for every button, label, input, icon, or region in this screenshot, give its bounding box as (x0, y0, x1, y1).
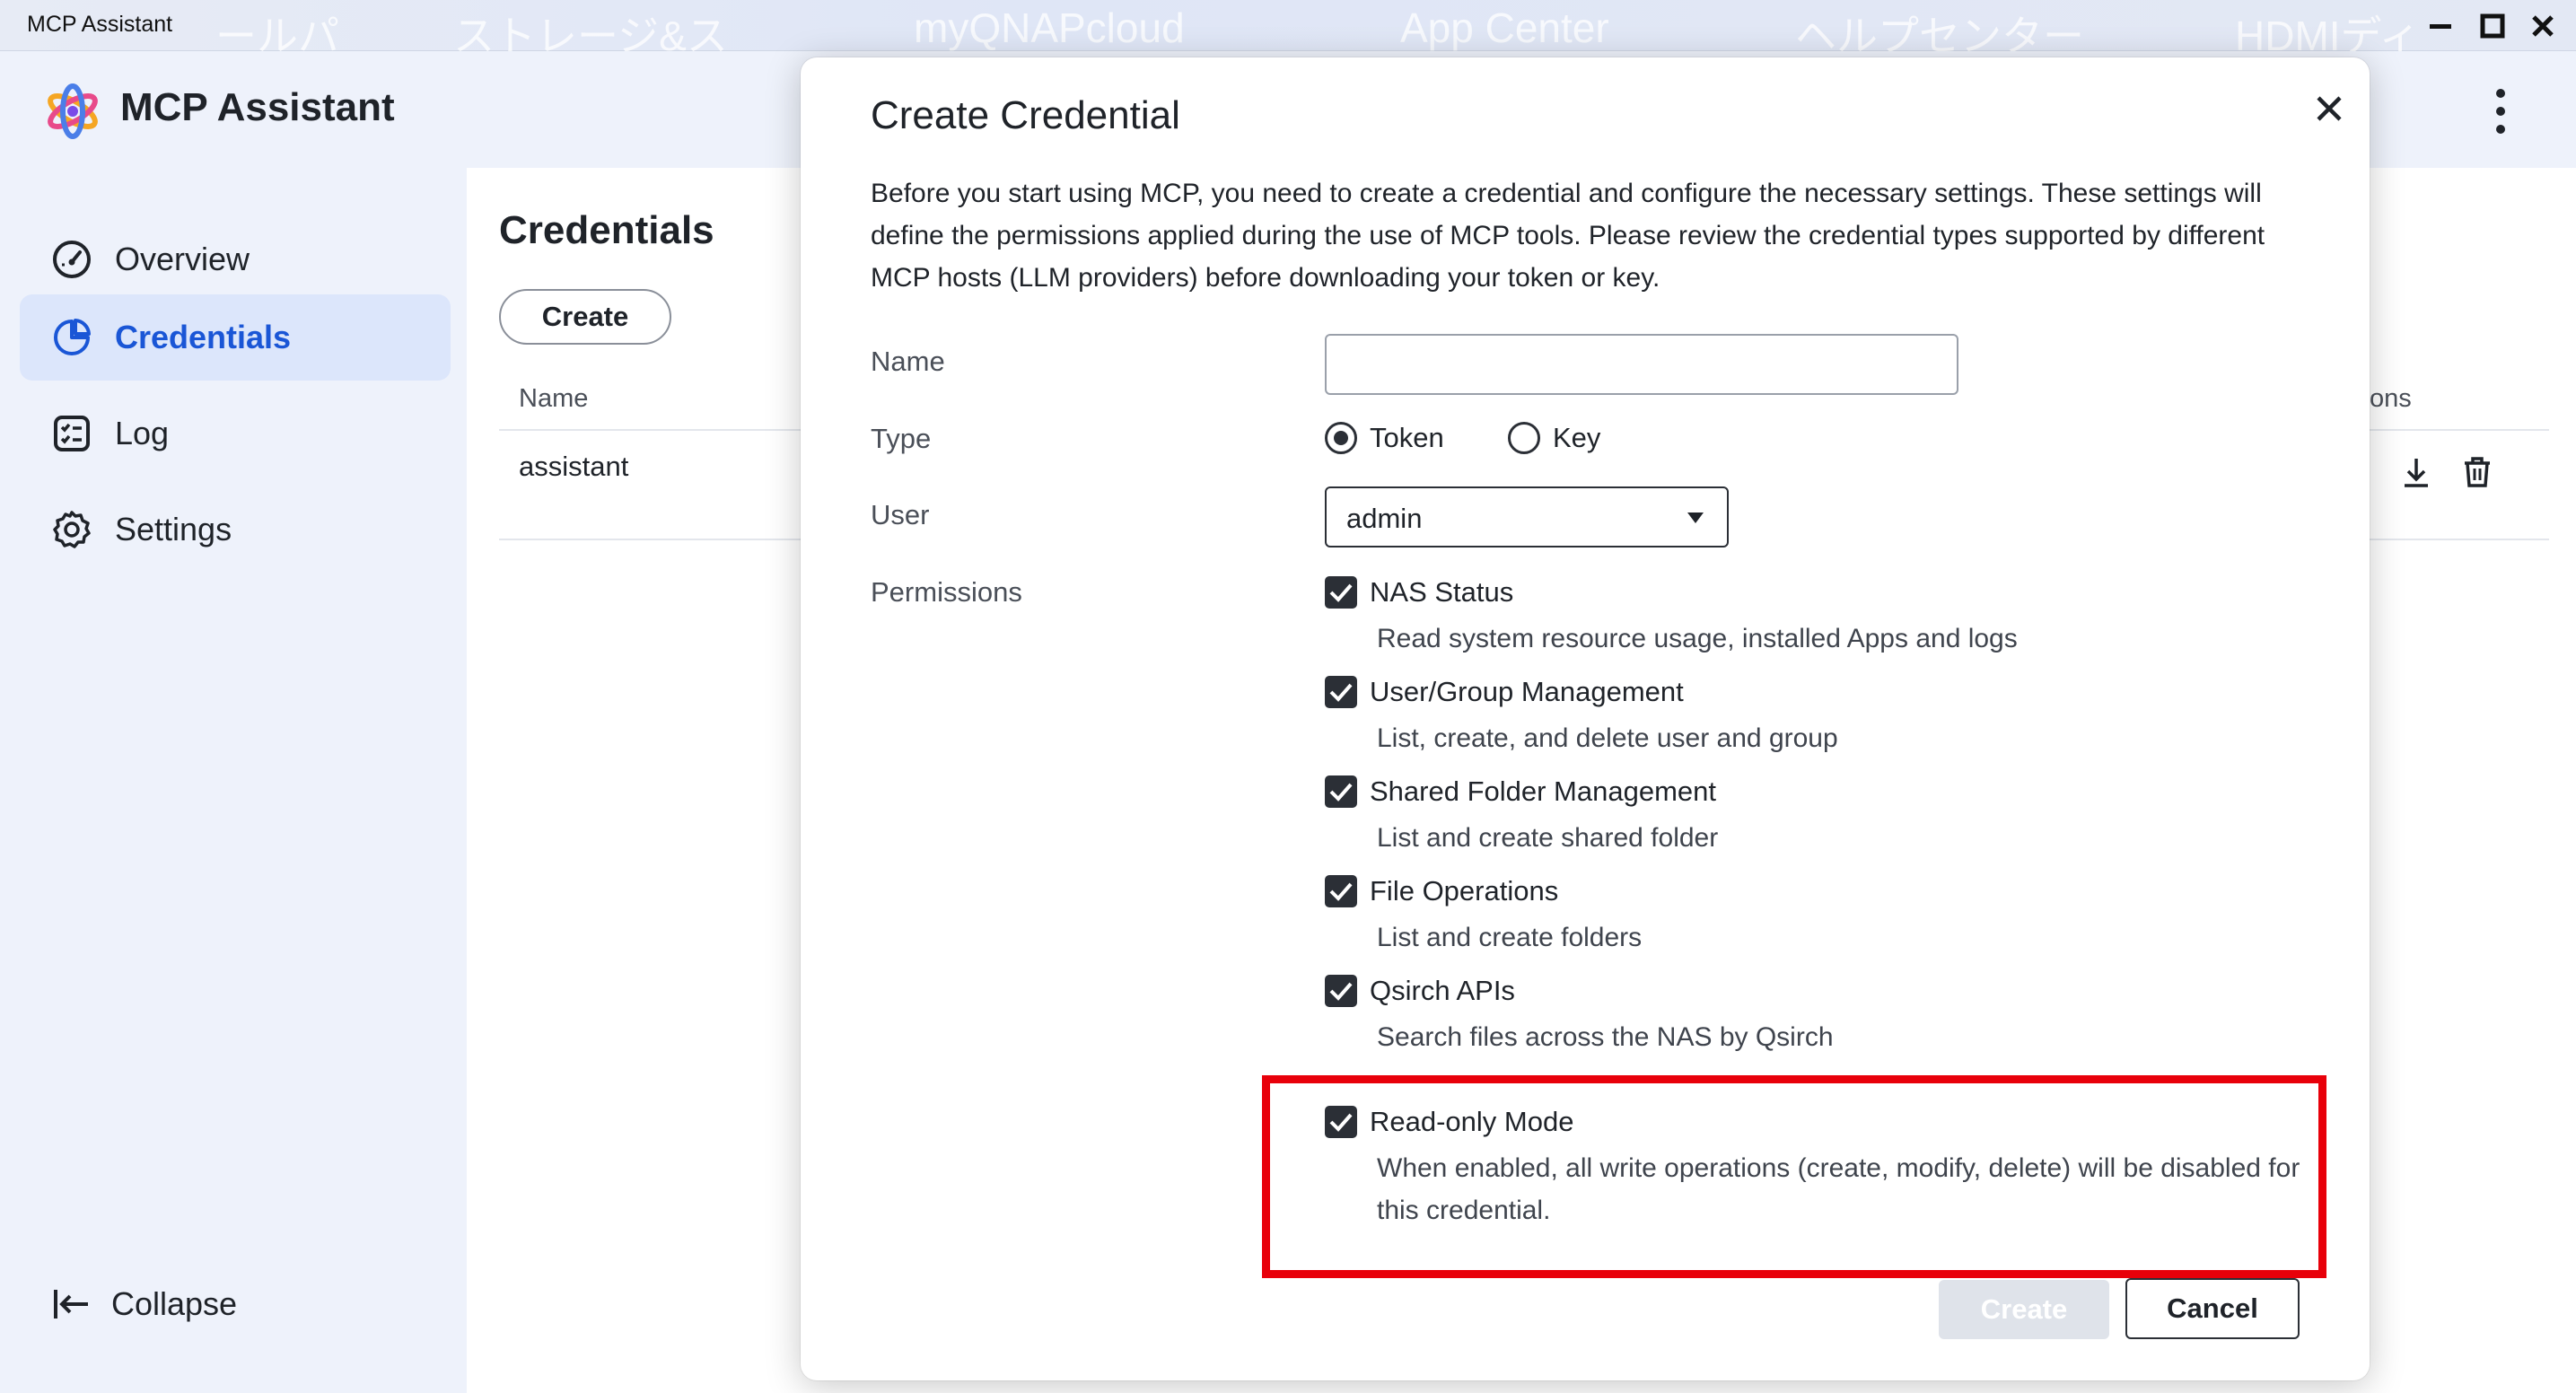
permission-description: List and create shared folder (1377, 823, 1719, 853)
dialog-cancel-button[interactable]: Cancel (2125, 1278, 2300, 1339)
checkbox-qsirch[interactable] (1325, 975, 1357, 1007)
permission-description: Read system resource usage, installed Ap… (1377, 624, 2018, 653)
permission-title: Shared Folder Management (1370, 775, 1717, 807)
sidebar-item-log[interactable]: Log (20, 390, 451, 477)
window-title-bar: ールパ ストレージ&ス myQNAPcloud App Center ヘルプセン… (0, 0, 2576, 59)
maximize-icon[interactable] (2475, 9, 2510, 43)
credential-name-cell: assistant (519, 451, 629, 482)
sidebar-item-credentials[interactable]: Credentials (20, 294, 451, 381)
dialog-description: Before you start using MCP, you need to … (871, 179, 2265, 293)
sidebar-item-label: Overview (115, 241, 250, 277)
page-title: Credentials (499, 208, 714, 252)
column-header-actions: ons (2370, 384, 2412, 413)
permissions-label: Permissions (871, 576, 1022, 608)
user-select-value: admin (1346, 503, 1423, 534)
app-logo-icon (48, 83, 98, 139)
radio-label: Token (1370, 422, 1444, 453)
background-label: myQNAPcloud (914, 4, 1185, 51)
permission-file-operations: File Operations List and create folders (1325, 875, 2310, 959)
sidebar: MCP Assistant Overview Credentials Log S… (0, 51, 467, 1393)
radio-unselected-icon (1508, 422, 1540, 454)
user-select[interactable]: admin (1325, 486, 1729, 548)
sidebar-item-label: Settings (115, 511, 232, 548)
app-name: MCP Assistant (120, 85, 395, 129)
permission-nas-status: NAS Status Read system resource usage, i… (1325, 576, 2310, 660)
pie-chart-icon (54, 319, 91, 355)
collapse-button[interactable]: Collapse (50, 1283, 237, 1326)
permission-shared-folder: Shared Folder Management List and create… (1325, 775, 2310, 859)
column-header-name: Name (519, 384, 589, 413)
permission-description: Search files across the NAS by Qsirch (1377, 1022, 1834, 1052)
sidebar-item-settings[interactable]: Settings (20, 486, 451, 573)
log-list-icon (54, 416, 90, 451)
collapse-label: Collapse (111, 1285, 238, 1322)
checkbox-file-operations[interactable] (1325, 875, 1357, 907)
type-field-label: Type (871, 423, 932, 454)
close-window-icon[interactable] (2526, 9, 2560, 43)
name-input[interactable] (1325, 334, 1958, 395)
minimize-icon[interactable] (2423, 9, 2458, 43)
create-credential-button[interactable]: Create (499, 289, 671, 345)
permission-description: List, create, and delete user and group (1377, 723, 1838, 753)
sidebar-item-label: Credentials (115, 319, 292, 355)
type-radio-token[interactable]: Token (1325, 422, 1444, 454)
trash-icon[interactable] (2459, 454, 2495, 490)
highlight-box (1262, 1075, 2326, 1278)
checkbox-shared-folder[interactable] (1325, 775, 1357, 808)
permission-title: File Operations (1370, 875, 1559, 907)
user-field-label: User (871, 499, 930, 530)
permission-title: NAS Status (1370, 576, 1514, 608)
close-icon[interactable] (2309, 88, 2350, 129)
radio-selected-icon (1325, 422, 1357, 454)
name-field-label: Name (871, 346, 945, 377)
download-icon[interactable] (2398, 454, 2434, 490)
permission-user-group: User/Group Management List, create, and … (1325, 676, 2310, 759)
dialog-create-button[interactable]: Create (1939, 1280, 2109, 1339)
checkbox-nas-status[interactable] (1325, 576, 1357, 609)
collapse-arrow-icon (54, 1290, 88, 1319)
permission-description: List and create folders (1377, 923, 1643, 952)
sidebar-item-label: Log (115, 415, 170, 451)
window-title: MCP Assistant (27, 12, 173, 37)
checkbox-user-group[interactable] (1325, 676, 1357, 708)
type-radio-key[interactable]: Key (1508, 422, 1600, 454)
gauge-icon (53, 241, 91, 278)
sidebar-item-overview[interactable]: Overview (20, 216, 451, 302)
more-options-icon[interactable] (2483, 84, 2519, 138)
caret-down-icon (1687, 513, 1704, 523)
dialog-title: Create Credential (871, 93, 1180, 137)
permission-qsirch: Qsirch APIs Search files across the NAS … (1325, 975, 2310, 1058)
permission-title: Qsirch APIs (1370, 975, 1515, 1006)
radio-label: Key (1553, 422, 1601, 453)
permission-title: User/Group Management (1370, 676, 1684, 707)
background-label: App Center (1400, 4, 1609, 51)
gear-icon (53, 511, 91, 548)
